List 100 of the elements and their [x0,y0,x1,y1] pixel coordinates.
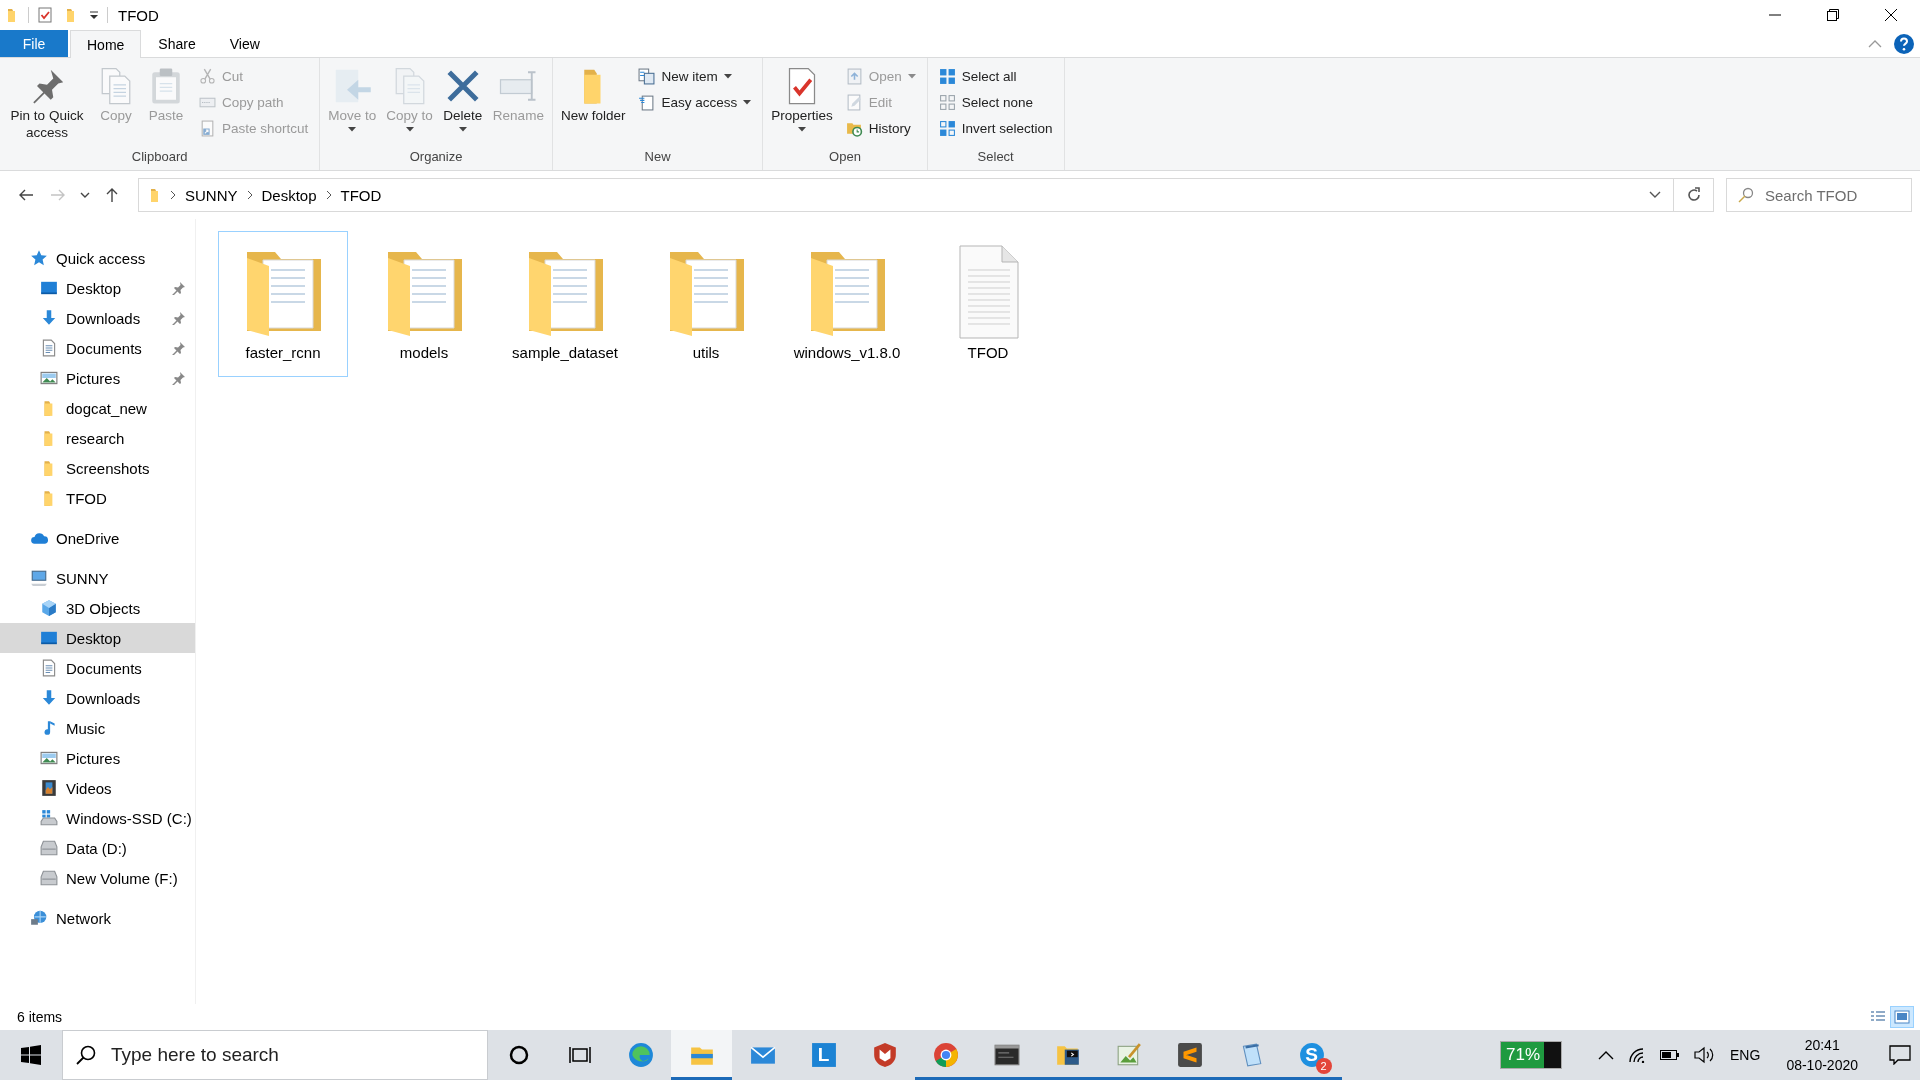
taskbar-app[interactable] [671,1030,732,1080]
file-menu-button[interactable]: File [0,30,68,57]
letter-logo-icon [810,1042,837,1068]
battery-icon[interactable] [1660,1049,1681,1061]
grid-icon [938,68,956,85]
nav-item[interactable]: New Volume (F:) [0,863,195,893]
nav-item[interactable]: 3D Objects [0,593,195,623]
shield-icon [871,1042,898,1068]
language-indicator[interactable]: ENG [1730,1047,1761,1063]
large-icons-view-icon [1894,1009,1910,1025]
folder-item[interactable]: faster_rcnn [218,231,348,377]
wifi-icon[interactable] [1628,1047,1647,1063]
ribbon-button[interactable]: Invert selection [935,116,1056,141]
folder-item[interactable]: windows_v1.8.0 [782,231,912,377]
clock-folder-icon [845,120,863,137]
nav-item[interactable]: Windows-SSD (C:) [0,803,195,833]
item-count: 6 items [17,1009,63,1025]
breadcrumb[interactable]: SUNNY [183,186,240,204]
ribbon-button[interactable]: Properties [767,64,837,134]
folder-item[interactable]: utils [641,231,771,377]
taskbar-app[interactable]: L [793,1030,854,1080]
taskbar-search-field[interactable]: Type here to search [62,1030,488,1080]
help-icon[interactable] [1894,33,1914,54]
ribbon-tab[interactable]: Share [141,30,213,57]
ribbon-button[interactable]: New item [635,64,755,89]
paint-icon [1115,1042,1142,1068]
address-field[interactable]: SUNNY Desktop TFOD [138,178,1674,212]
ribbon-button[interactable]: Select all [935,64,1056,89]
breadcrumb[interactable]: Desktop [259,186,319,204]
task-view-icon [568,1045,591,1065]
breadcrumb[interactable]: TFOD [338,186,384,204]
picture-icon [40,749,58,767]
refresh-button[interactable] [1674,178,1714,212]
document-icon [40,339,58,357]
scissors-icon [199,68,216,85]
dropdown-icon[interactable] [89,10,99,20]
grid-icon [938,94,956,111]
nav-item[interactable]: research [0,423,195,453]
picture-icon [40,369,58,387]
windows-logo-icon [21,1045,41,1065]
refresh-icon [1685,187,1702,203]
properties-icon[interactable] [37,7,53,23]
nav-item[interactable]: Screenshots [0,453,195,483]
restore-icon [1827,9,1839,21]
nav-item[interactable]: Desktop [0,623,195,653]
nav-item[interactable]: SUNNY [0,563,195,593]
nav-item[interactable]: Music [0,713,195,743]
chevron-icon [324,190,333,200]
ribbon-button[interactable]: Select none [935,90,1056,115]
window-title: TFOD [118,6,159,24]
nav-item[interactable]: Desktop [0,273,195,303]
nav-item[interactable]: OneDrive [0,523,195,553]
shortcut-icon [199,120,216,137]
drive-icon [40,839,58,857]
nav-item[interactable]: Pictures [0,743,195,773]
network-icon [30,909,48,927]
ribbon-tab[interactable]: Home [70,30,142,58]
nav-item[interactable]: Quick access [0,243,195,273]
nav-item[interactable]: Videos [0,773,195,803]
nav-item[interactable]: Documents [0,333,195,363]
nav-item[interactable]: Downloads [0,683,195,713]
computer-icon [30,569,48,587]
group-label: Organize [408,149,464,166]
group-label: New [643,149,672,166]
folder-item[interactable]: models [359,231,489,377]
search-field[interactable]: Search TFOD [1726,178,1912,212]
nav-item[interactable]: Data (D:) [0,833,195,863]
ribbon-button[interactable]: Easy access [635,90,755,115]
speech-bubble-icon [1889,1045,1911,1065]
open-icon [845,68,863,85]
file-item[interactable]: TFOD [923,231,1053,377]
desktop-icon [40,629,58,647]
nav-item[interactable]: TFOD [0,483,195,513]
clock[interactable]: 20:41 08-10-2020 [1786,1037,1858,1073]
ribbon-button[interactable]: Pin to Quick access [4,64,90,144]
chevron-icon [245,190,254,200]
ribbon-tab[interactable]: View [212,30,277,57]
ribbon-button[interactable]: Delete [438,64,487,134]
nav-item[interactable]: Documents [0,653,195,683]
nav-item[interactable]: Network [0,903,195,933]
drive-icon [40,869,58,887]
document-icon [40,659,58,677]
ribbon-button[interactable]: History [842,116,919,141]
film-icon [40,779,58,797]
nav-item[interactable]: Pictures [0,363,195,393]
chevron-down-icon [1649,191,1661,199]
group-label: Select [976,149,1015,166]
chevron-up-icon[interactable] [1598,1050,1615,1060]
round-logo-icon [932,1042,959,1068]
collapse-caret-icon[interactable] [1868,39,1882,48]
nav-item[interactable]: Downloads [0,303,195,333]
ribbon-button[interactable]: New folder [556,64,630,127]
drive-icon [40,809,58,827]
group-label: Open [828,149,862,166]
folder-item[interactable]: sample_dataset [500,231,630,377]
circle-icon [508,1045,529,1065]
nav-item[interactable]: dogcat_new [0,393,195,423]
back-icon [18,187,34,203]
grid-icon [938,120,956,137]
view-button[interactable] [1890,1006,1914,1028]
